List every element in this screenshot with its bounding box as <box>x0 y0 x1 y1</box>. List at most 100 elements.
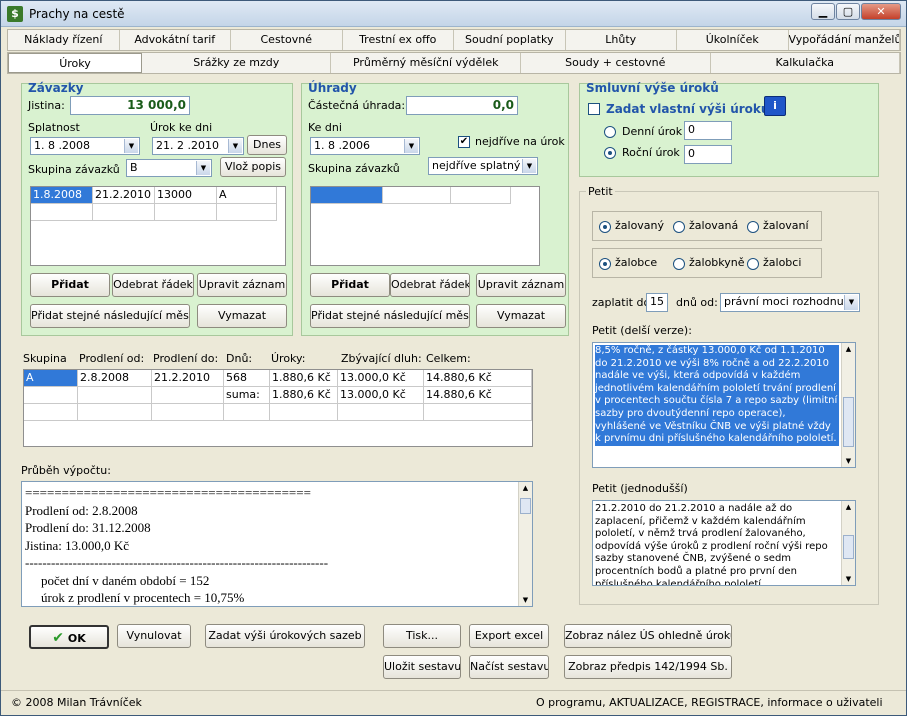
dnes-button[interactable]: Dnes <box>247 135 287 155</box>
scrollbar[interactable]: ▲ ▼ <box>841 501 855 585</box>
scroll-up-icon[interactable]: ▲ <box>519 482 532 494</box>
close-button[interactable]: ✕ <box>861 3 901 20</box>
pridat-stejne-zavazek-button[interactable]: Přidat stejné následující měsíc <box>30 304 190 328</box>
about-link[interactable]: O programu, AKTUALIZACE, REGISTRACE, inf… <box>536 696 883 709</box>
upravit-uhrada-button[interactable]: Upravit záznam <box>476 273 566 297</box>
tab-lhuty[interactable]: Lhůty <box>566 30 677 50</box>
export-excel-button[interactable]: Export excel <box>469 624 549 648</box>
splatnost-date[interactable]: 1. 8 .2008 ▼ <box>30 137 140 155</box>
tab-advokatni[interactable]: Advokátní tarif <box>120 30 231 50</box>
table-cell[interactable] <box>93 204 155 221</box>
zalobci-radio[interactable] <box>747 258 759 270</box>
table-cell[interactable] <box>152 387 224 404</box>
table-cell[interactable]: suma: <box>224 387 270 404</box>
table-cell[interactable]: 14.880,6 Kč <box>424 387 532 404</box>
table-cell[interactable]: 13000 <box>155 187 217 204</box>
zalovany-radio[interactable] <box>599 221 611 233</box>
tab-vyporadani[interactable]: Vypořádání manželů <box>789 30 900 50</box>
scrollbar[interactable]: ▲ ▼ <box>841 343 855 467</box>
nejdrive-checkbox[interactable]: ✔ <box>458 136 470 148</box>
tab-ukolnicek[interactable]: Úkolníček <box>677 30 789 50</box>
scrollbar[interactable]: ▲ ▼ <box>518 482 532 606</box>
vymazat-uhrady-button[interactable]: Vymazat <box>476 304 566 328</box>
tab-trestni[interactable]: Trestní ex offo <box>343 30 454 50</box>
dnu-od-select[interactable]: právní moci rozhodnutí ▼ <box>720 293 860 312</box>
scroll-down-icon[interactable]: ▼ <box>519 594 532 606</box>
vloz-popis-button[interactable]: Vlož popis <box>220 157 286 177</box>
table-cell[interactable]: A <box>24 370 78 387</box>
nalez-us-button[interactable]: Zobraz nález ÚS ohledně úroků <box>564 624 732 648</box>
table-cell[interactable] <box>78 404 152 421</box>
maximize-button[interactable]: ▢ <box>836 3 860 20</box>
tab-kalkulacka[interactable]: Kalkulačka <box>711 53 901 73</box>
minimize-button[interactable]: ▁ <box>811 3 835 20</box>
table-cell[interactable]: 21.2.2010 <box>152 370 224 387</box>
skupina-select[interactable]: B ▼ <box>126 159 212 177</box>
table-cell[interactable] <box>451 187 511 204</box>
scroll-down-icon[interactable]: ▼ <box>842 573 855 585</box>
tab-srazky[interactable]: Srážky ze mzdy <box>142 53 332 73</box>
table-cell[interactable] <box>155 204 217 221</box>
pridat-stejne-uhrada-button[interactable]: Přidat stejné následující měsíc <box>310 304 470 328</box>
odebrat-zavazek-button[interactable]: Odebrat řádek <box>112 273 194 297</box>
scroll-thumb[interactable] <box>843 397 854 447</box>
castecna-input[interactable]: 0,0 <box>406 96 518 115</box>
denni-input[interactable]: 0 <box>684 121 732 140</box>
table-cell[interactable]: 2.8.2008 <box>78 370 152 387</box>
table-cell[interactable] <box>217 204 277 221</box>
table-cell[interactable]: 1.8.2008 <box>31 187 93 204</box>
zalobce-radio[interactable] <box>599 258 611 270</box>
prubeh-textarea[interactable]: ======================================= … <box>21 481 533 607</box>
table-cell[interactable]: 1.880,6 Kč <box>270 370 338 387</box>
table-cell[interactable]: 13.000,0 Kč <box>338 387 424 404</box>
zaplatit-input[interactable]: 15 <box>646 293 668 312</box>
tab-cestovne[interactable]: Cestovné <box>231 30 343 50</box>
zadat-sazby-button[interactable]: Zadat výši úrokových sazeb <box>205 624 365 648</box>
jistina-input[interactable]: 13 000,0 <box>70 96 190 115</box>
upravit-zavazek-button[interactable]: Upravit záznam <box>197 273 287 297</box>
nacist-sestavu-button[interactable]: Načíst sestavu <box>469 655 549 679</box>
zalovana-radio[interactable] <box>673 221 685 233</box>
table-cell[interactable] <box>24 387 78 404</box>
vymazat-zavazky-button[interactable]: Vymazat <box>197 304 287 328</box>
tab-uroky[interactable]: Úroky <box>8 53 142 73</box>
table-cell[interactable]: 14.880,6 Kč <box>424 370 532 387</box>
petit-jednodussi-textarea[interactable]: 21.2.2010 do 21.2.2010 a nadále až do za… <box>592 500 856 586</box>
uhrady-skupina-select[interactable]: nejdříve splatný ▼ <box>428 157 538 175</box>
scroll-down-icon[interactable]: ▼ <box>842 455 855 467</box>
table-cell[interactable]: 13.000,0 Kč <box>338 370 424 387</box>
table-cell[interactable] <box>383 187 451 204</box>
petit-delsi-textarea[interactable]: 8,5% ročně, z částky 13.000,0 Kč od 1.1.… <box>592 342 856 468</box>
pridat-zavazek-button[interactable]: Přidat <box>30 273 110 297</box>
results-table[interactable]: A 2.8.2008 21.2.2010 568 1.880,6 Kč 13.0… <box>23 369 533 447</box>
table-cell[interactable] <box>424 404 532 421</box>
table-cell[interactable] <box>311 187 383 204</box>
rocni-radio[interactable] <box>604 147 616 159</box>
kedni-date[interactable]: 1. 8 .2006 ▼ <box>310 137 420 155</box>
ok-button[interactable]: ✔ OK <box>29 625 109 649</box>
table-cell[interactable] <box>224 404 270 421</box>
table-cell[interactable] <box>78 387 152 404</box>
scroll-thumb[interactable] <box>843 535 854 559</box>
tisk-button[interactable]: Tisk... <box>383 624 461 648</box>
zadat-vlastni-checkbox[interactable] <box>588 103 600 115</box>
table-cell[interactable] <box>270 404 338 421</box>
predpis-button[interactable]: Zobraz předpis 142/1994 Sb. <box>564 655 732 679</box>
table-cell[interactable]: 568 <box>224 370 270 387</box>
scroll-up-icon[interactable]: ▲ <box>842 343 855 355</box>
table-cell[interactable]: 1.880,6 Kč <box>270 387 338 404</box>
urok-date[interactable]: 21. 2 .2010 ▼ <box>152 137 244 155</box>
rocni-input[interactable]: 0 <box>684 145 732 164</box>
pridat-uhrada-button[interactable]: Přidat <box>310 273 390 297</box>
tab-prumerny[interactable]: Průměrný měsíční výdělek <box>331 53 521 73</box>
zalovani-radio[interactable] <box>747 221 759 233</box>
tab-naklady[interactable]: Náklady řízení <box>8 30 120 50</box>
table-cell[interactable] <box>31 204 93 221</box>
table-cell[interactable] <box>338 404 424 421</box>
odebrat-uhrada-button[interactable]: Odebrat řádek <box>390 273 470 297</box>
table-cell[interactable] <box>152 404 224 421</box>
info-icon[interactable]: i <box>764 96 786 116</box>
scroll-thumb[interactable] <box>520 498 531 514</box>
vynulovat-button[interactable]: Vynulovat <box>117 624 191 648</box>
tab-soudni[interactable]: Soudní poplatky <box>454 30 566 50</box>
